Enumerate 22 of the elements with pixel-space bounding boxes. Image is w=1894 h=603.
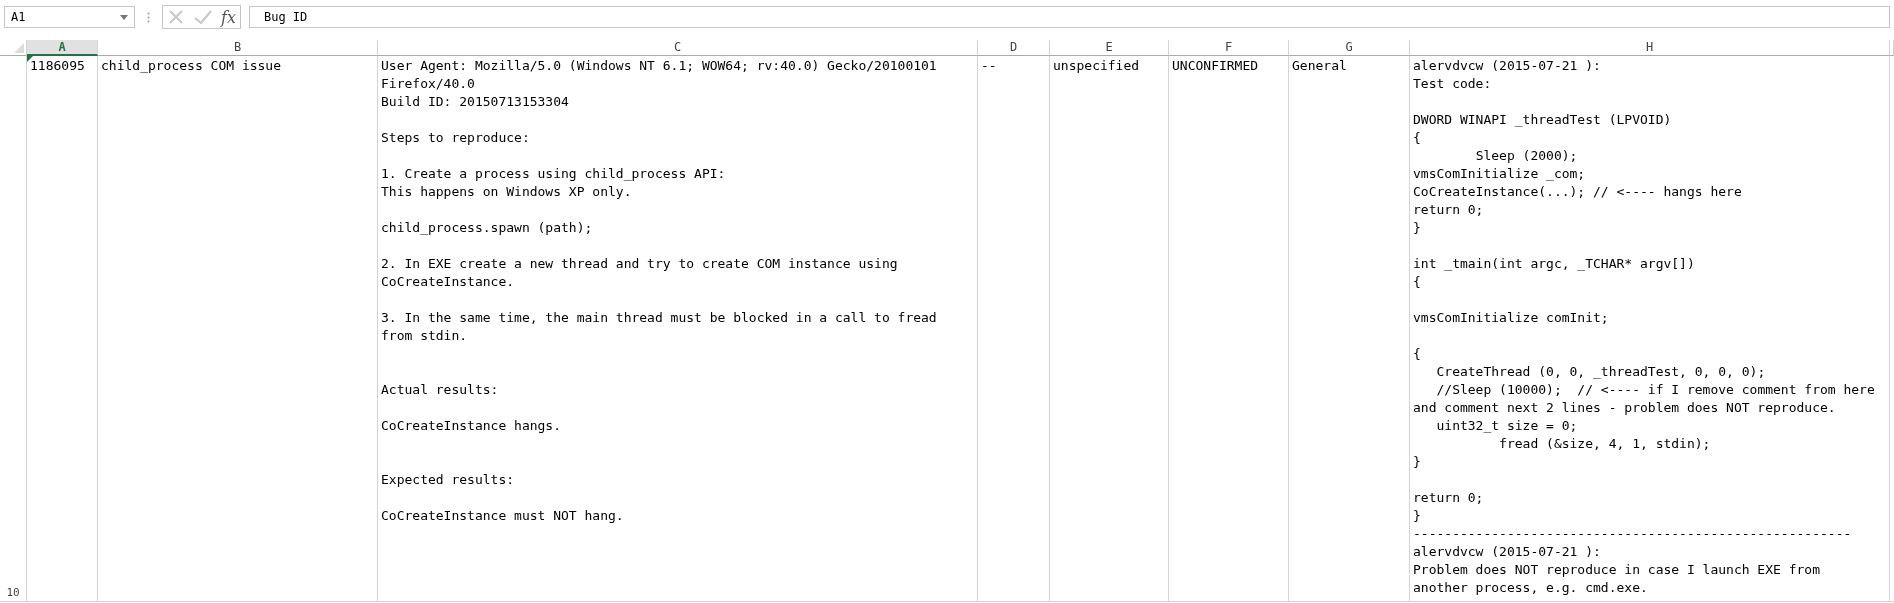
- dropdown-caret-icon: [120, 14, 128, 20]
- table-cell-text: unspecified: [1053, 57, 1141, 75]
- row-number[interactable]: 10: [6, 586, 20, 599]
- column-header[interactable]: E: [1050, 40, 1169, 56]
- column-header[interactable]: D: [978, 40, 1050, 56]
- column-header[interactable]: G: [1289, 40, 1410, 56]
- table-cell-text: UNCONFIRMED: [1172, 57, 1260, 75]
- column-header[interactable]: C: [378, 40, 978, 56]
- formula-input[interactable]: Bug ID: [248, 6, 1890, 28]
- table-cell-text: --: [981, 57, 998, 75]
- insert-function-button[interactable]: fx: [221, 7, 236, 27]
- name-box[interactable]: A1: [4, 6, 135, 28]
- table-cell-text: 1186095: [30, 57, 86, 75]
- table-cell-text: General: [1292, 57, 1348, 75]
- table-cell-text: User Agent: Mozilla/5.0 (Windows NT 6.1; WOW64; rv:40.0) Gecko/20100101 Firefox/40.0 Build ID: 20150713153304 Steps to reproduce: 1. Create a process using child_process API: This happens on Windows XP only. child_process.spawn (path); 2. In EXE create a new thread and try to create COM instance using CoCreateInstance. 3. In the same time, the main thread must be blocked in a call to fread from stdin. Actual results: CoCreateInstance hangs. Expected results: CoCreateInstance must NOT hang.: [381, 57, 938, 525]
- table-cell-text: child_process COM issue: [101, 57, 282, 75]
- column-header[interactable]: H: [1410, 40, 1890, 56]
- column-header[interactable]: F: [1169, 40, 1289, 56]
- column-header[interactable]: A: [27, 40, 98, 56]
- table-cell-text: alervdvcw (2015-07-21 ): Test code: DWORD WINAPI _threadTest (LPVOID) { Sleep (2000); vmsComInitialize _com; CoCreateInstance(...); // <---- hangs here return 0; } int _tmain(int argc, _TCHAR* argv[]) { vmsComInitialize comInit; { CreateThread (0, 0, _threadTest, 0, 0, 0); //Sleep (10000); // <---- if I remove comment from here and comment next 2 lines - problem does NOT reproduce. uint32_t size = 0; fread (&size, 4, 1, stdin); } return 0; } -------------------------------------------------------- alervdvcw (2015-07-21 ): Problem does NOT reproduce in case I launch EXE from another process, e.g. cmd.exe.: [1413, 57, 1876, 597]
- column-header[interactable]: B: [98, 40, 378, 56]
- drag-handle-icon[interactable]: [147, 11, 150, 23]
